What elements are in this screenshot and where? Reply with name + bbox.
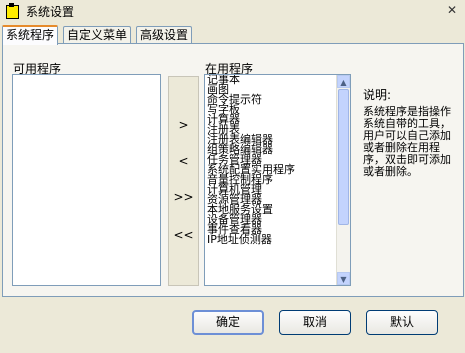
in-use-list-scrollbar[interactable]: ▲ ▼ [336,75,350,285]
window-title: 系统设置 [26,5,75,19]
scroll-thumb[interactable] [338,89,349,225]
description-text: 系统程序是指操作系统自带的工具，用户可以自己添加或者删除在用程序，双击即可添加或… [363,105,451,178]
add-all-programs-button[interactable]: >> [169,187,198,207]
tab-custom-menu[interactable]: 自定义菜单 [63,26,132,43]
title-bar: 系统设置 ✕ [0,0,465,22]
cancel-button[interactable]: 取消 [279,310,351,335]
scroll-down-icon[interactable]: ▼ [337,272,350,285]
in-use-programs-list[interactable]: 记事本 画图 命令提示符 写字板 计算器 注册表 注册表编辑器 组策略编辑器 任务管理器 系统配置… [204,74,351,286]
settings-app-icon [5,3,19,19]
list-item[interactable]: IP地址侦测器 [207,234,335,245]
default-button[interactable]: 默认 [366,310,438,335]
move-buttons-panel: > < >> << [168,76,199,286]
close-icon[interactable]: ✕ [444,2,460,18]
tab-advanced-settings[interactable]: 高级设置 [136,26,193,43]
description-title: 说明: [363,88,392,102]
remove-program-button[interactable]: < [169,151,198,171]
scroll-up-icon[interactable]: ▲ [337,75,350,88]
tab-system-programs[interactable]: 系统程序 [2,25,59,45]
remove-all-programs-button[interactable]: << [169,225,198,245]
available-programs-list[interactable] [12,74,161,286]
ok-button[interactable]: 确定 [192,310,264,335]
add-program-button[interactable]: > [169,115,198,135]
